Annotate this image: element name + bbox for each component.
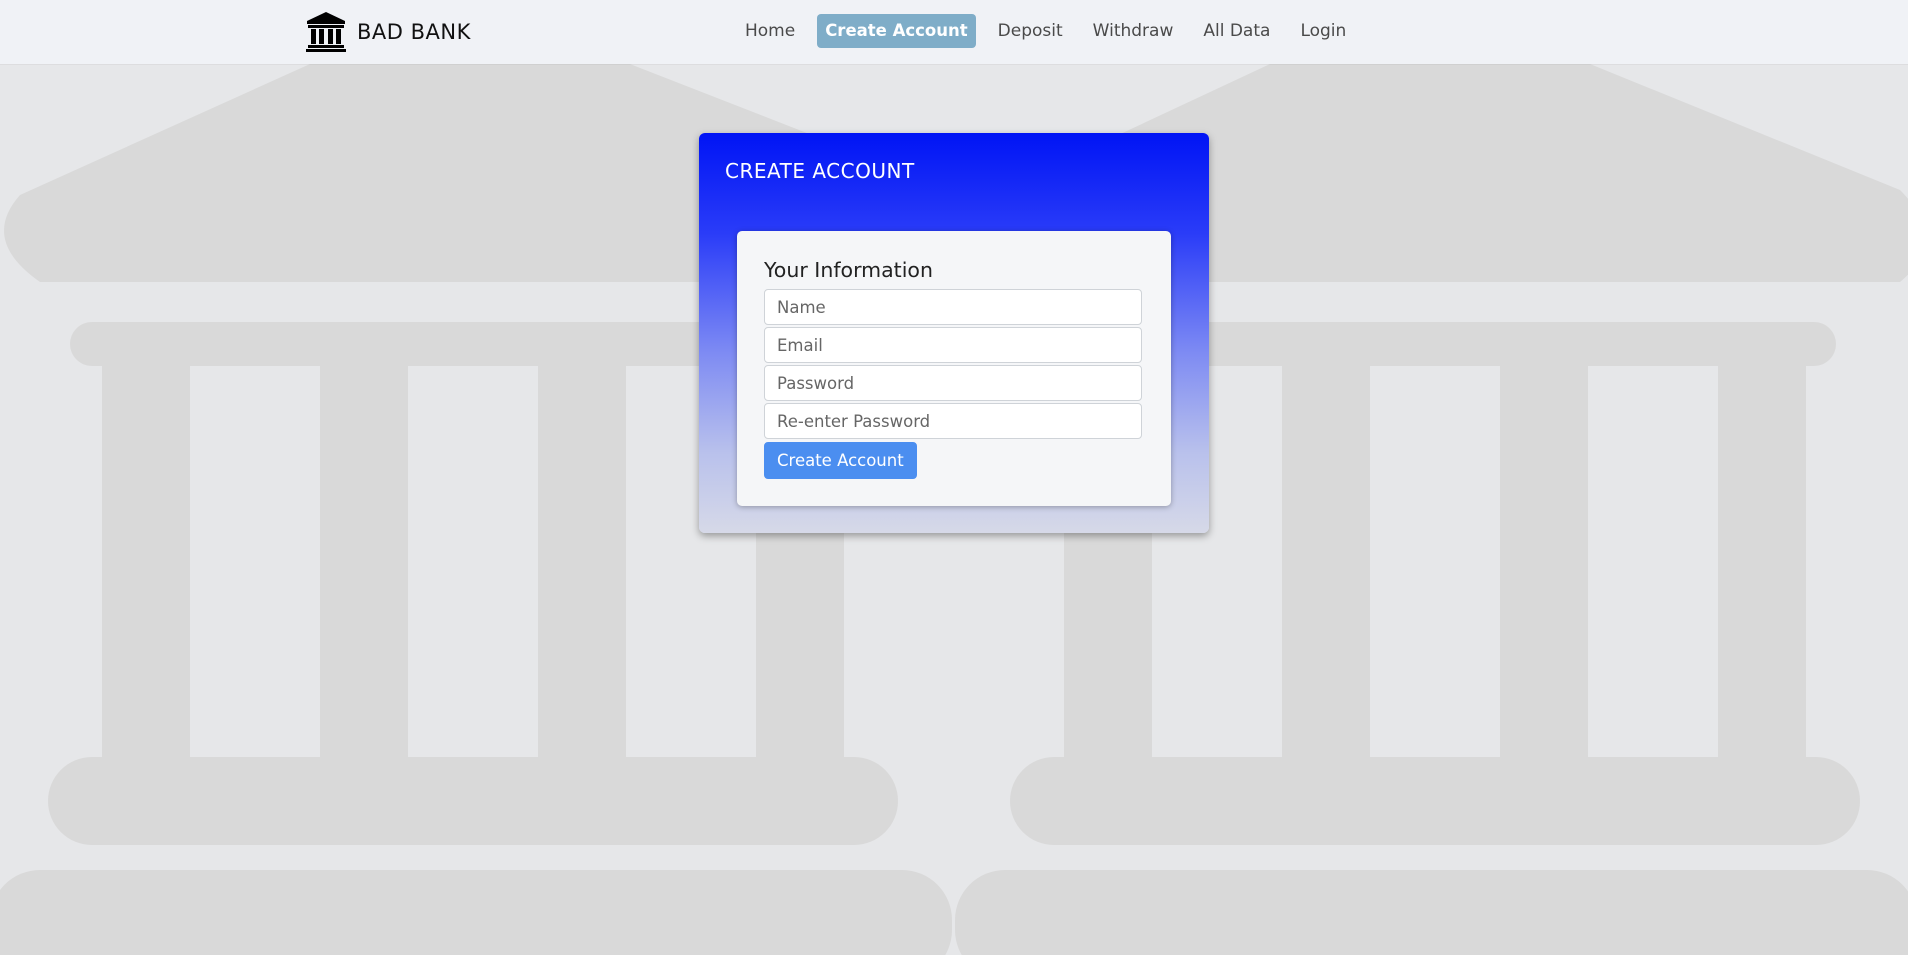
form-heading: Your Information	[764, 258, 933, 282]
information-form-panel: Your Information Create Account	[737, 231, 1171, 506]
nav-all-data[interactable]: All Data	[1195, 14, 1278, 48]
nav-deposit[interactable]: Deposit	[990, 14, 1071, 48]
email-input[interactable]	[764, 327, 1142, 363]
name-input[interactable]	[764, 289, 1142, 325]
nav-withdraw[interactable]: Withdraw	[1085, 14, 1182, 48]
nav-home[interactable]: Home	[737, 14, 803, 48]
brand-link[interactable]: BAD BANK	[305, 11, 471, 53]
create-account-card: CREATE ACCOUNT Your Information Create A…	[699, 133, 1209, 533]
page: BAD BANK Home Create Account Deposit Wit…	[0, 0, 1908, 955]
create-account-button[interactable]: Create Account	[764, 442, 917, 479]
confirm-password-input[interactable]	[764, 403, 1142, 439]
card-title: CREATE ACCOUNT	[725, 159, 915, 183]
password-input[interactable]	[764, 365, 1142, 401]
navbar: BAD BANK Home Create Account Deposit Wit…	[0, 0, 1908, 64]
brand-name: BAD BANK	[357, 20, 471, 44]
nav-login[interactable]: Login	[1292, 14, 1354, 48]
nav-menu: Home Create Account Deposit Withdraw All…	[730, 14, 1361, 48]
nav-create-account[interactable]: Create Account	[817, 14, 976, 48]
bank-icon	[306, 12, 346, 52]
